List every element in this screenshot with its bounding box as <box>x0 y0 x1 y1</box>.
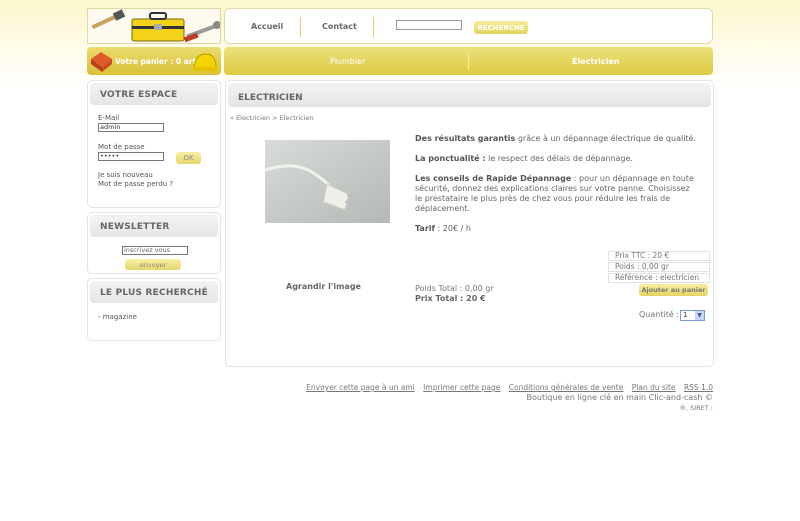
email-field[interactable]: admin <box>98 123 164 132</box>
nav-home-link[interactable]: Accueil <box>251 22 283 31</box>
footer-links: Envoyer cette page à un ami Imprimer cet… <box>300 383 713 392</box>
breadcrumb[interactable]: » Electricien > Electricien <box>230 114 314 122</box>
description-punctuality-text: le respect des délais de dépannage. <box>485 154 633 163</box>
newsletter-panel-title: NEWSLETTER <box>100 222 170 232</box>
toolbox-logo-icon <box>88 9 220 43</box>
quantity-label: Quantité : <box>639 310 679 319</box>
footer-link-print[interactable]: Imprimer cette page <box>423 383 500 392</box>
new-user-link[interactable]: Je suis nouveau <box>98 171 153 179</box>
description-tarif-bold: Tarif <box>415 224 435 233</box>
email-label: E-Mail <box>98 114 120 122</box>
site-logo[interactable] <box>87 8 221 44</box>
footer-link-send-friend[interactable]: Envoyer cette page à un ami <box>306 383 415 392</box>
account-panel-title: VOTRE ESPACE <box>100 90 178 100</box>
popular-panel-header: LE PLUS RECHERCHÉ <box>90 281 218 303</box>
forgot-password-link[interactable]: Mot de passe perdu ? <box>98 180 173 188</box>
account-panel-header: VOTRE ESPACE <box>90 83 218 105</box>
cart-bar[interactable]: Votre panier : 0 article <box>87 47 221 75</box>
description-punctuality-bold: La ponctualité : <box>415 154 486 163</box>
quantity-value: 1 <box>683 311 688 319</box>
description-quality: Des résultats garantis grâce à un dépann… <box>415 134 697 144</box>
category-bar: Plombier Electricien <box>224 47 713 75</box>
category-electricien[interactable]: Electricien <box>572 57 620 66</box>
description-punctuality: La ponctualité : le respect des délais d… <box>415 154 697 164</box>
description-tarif-text: : 20€ / h <box>435 224 471 233</box>
newsletter-panel: NEWSLETTER inscrivez vous envoyer <box>87 212 221 274</box>
newsletter-input[interactable]: inscrivez vous <box>122 246 188 255</box>
login-ok-button[interactable]: OK <box>176 152 201 164</box>
footer-link-sitemap[interactable]: Plan du site <box>632 383 676 392</box>
enlarge-image-link[interactable]: Agrandir l'image <box>286 282 361 291</box>
product-main: ELECTRICIEN » Electricien > Electricien … <box>225 80 714 367</box>
popular-panel: LE PLUS RECHERCHÉ - magazine <box>87 278 221 341</box>
footer-brand: Boutique en ligne clé en main Clic-and-c… <box>526 393 713 402</box>
footer-link-cgv[interactable]: Conditions générales de vente <box>509 383 624 392</box>
description-quality-bold: Des résultats garantis <box>415 134 516 143</box>
cart-box-icon <box>91 52 112 72</box>
product-title: ELECTRICIEN <box>238 93 303 103</box>
top-navigation: Accueil Contact RECHERCHE <box>224 8 713 44</box>
description-quality-text: grâce à un dépannage électrique de quali… <box>515 134 697 143</box>
category-separator <box>468 52 469 70</box>
popular-item[interactable]: - magazine <box>98 313 137 321</box>
nav-separator <box>373 17 374 37</box>
search-input[interactable] <box>396 20 462 30</box>
add-to-cart-button[interactable]: Ajouter au panier <box>639 284 708 296</box>
description-advice-bold: Les conseils de Rapide Dépannage <box>415 174 572 183</box>
price-ttc: Prix TTC : 20 € <box>608 251 710 261</box>
account-panel: VOTRE ESPACE E-Mail admin Mot de passe •… <box>87 80 221 208</box>
newsletter-panel-header: NEWSLETTER <box>90 215 218 237</box>
nav-contact-link[interactable]: Contact <box>322 22 357 31</box>
total-weight: Poids Total : 0,00 gr <box>415 284 494 293</box>
chevron-down-icon: ▼ <box>695 311 704 320</box>
total-price: Prix Total : 20 € <box>415 294 486 303</box>
newsletter-submit-button[interactable]: envoyer <box>125 259 181 270</box>
product-header: ELECTRICIEN <box>228 83 711 107</box>
category-plombier[interactable]: Plombier <box>330 57 365 66</box>
product-reference: Référence : electricien <box>608 273 710 283</box>
helmet-icon <box>192 53 218 71</box>
password-label: Mot de passe <box>98 143 145 151</box>
description-advice: Les conseils de Rapide Dépannage : pour … <box>415 174 697 214</box>
popular-panel-title: LE PLUS RECHERCHÉ <box>100 288 208 298</box>
footer-siret: ®, SIRET : <box>679 404 713 412</box>
description-tarif: Tarif : 20€ / h <box>415 224 697 234</box>
quantity-select[interactable]: 1 ▼ <box>680 310 705 321</box>
nav-separator <box>300 17 301 37</box>
product-weight: Poids : 0,00 gr <box>608 262 710 272</box>
footer-link-rss[interactable]: RSS 1.0 <box>684 383 713 392</box>
search-button[interactable]: RECHERCHE <box>474 21 528 34</box>
product-image[interactable] <box>265 140 390 223</box>
plug-image <box>265 140 390 223</box>
password-field[interactable]: ••••• <box>98 152 164 161</box>
